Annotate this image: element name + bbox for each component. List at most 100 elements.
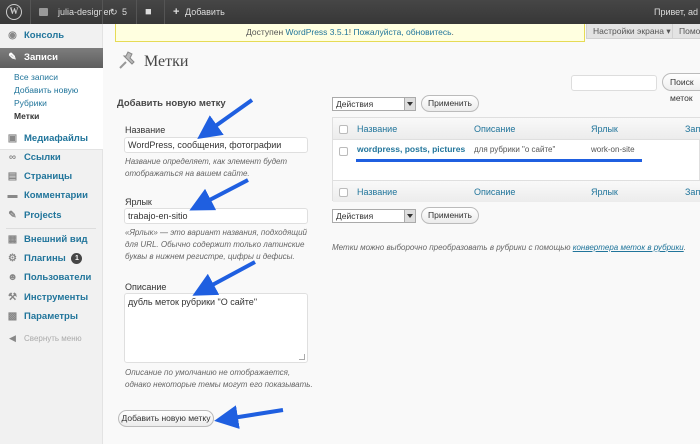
tag-slug-label: Ярлык bbox=[125, 197, 152, 207]
resize-grip-icon[interactable] bbox=[299, 354, 305, 360]
tag-name-input[interactable]: WordPress, сообщения, фотографии bbox=[124, 137, 308, 153]
add-new-tag-button[interactable]: Добавить новую метку bbox=[118, 410, 214, 427]
search-tags-button[interactable]: Поиск меток bbox=[662, 73, 700, 103]
tag-slug-cell: work-on-site bbox=[591, 145, 635, 154]
tag-slug-input[interactable]: trabajo-en-sitio bbox=[124, 208, 308, 224]
help-tab[interactable]: Помощь bbox=[672, 24, 700, 39]
pin-icon: ✎ bbox=[8, 210, 17, 221]
sidebar-item-label: Projects bbox=[24, 210, 62, 221]
arrow-description-field bbox=[192, 260, 256, 296]
column-slug[interactable]: Ярлык bbox=[591, 124, 618, 134]
tag-description-textarea[interactable]: дубль меток рубрики "О сайте" bbox=[124, 293, 308, 363]
column-slug[interactable]: Ярлык bbox=[591, 187, 618, 197]
sidebar-item-label: Пользователи bbox=[24, 272, 92, 283]
media-icon: ▣ bbox=[7, 133, 18, 144]
sidebar-item-label: Внешний вид bbox=[24, 234, 88, 245]
bulk-actions-value: Действия bbox=[336, 99, 374, 109]
arrow-slug-field bbox=[189, 178, 249, 211]
admin-sidebar: ◉ Консоль ✎ Записи Все записи Добавить н… bbox=[0, 24, 103, 444]
sidebar-item-links[interactable]: ∞ Ссылки bbox=[0, 148, 103, 167]
tag-name-link[interactable]: wordpress, posts, pictures bbox=[357, 144, 465, 154]
submenu-categories[interactable]: Рубрики bbox=[14, 98, 47, 108]
add-new-menu[interactable]: Добавить bbox=[185, 0, 225, 24]
tag-description-cell: для рубрики "о сайте" bbox=[474, 145, 556, 154]
sidebar-item-tools[interactable]: ⚒ Инструменты bbox=[0, 288, 103, 307]
sidebar-item-posts[interactable]: ✎ Записи bbox=[0, 48, 103, 68]
separator bbox=[164, 0, 165, 24]
column-description[interactable]: Описание bbox=[474, 124, 515, 134]
tag-converter-note: Метки можно выборочно преобразовать в ру… bbox=[332, 243, 686, 252]
wordpress-version-link[interactable]: WordPress 3.5.1 bbox=[286, 27, 349, 37]
column-description[interactable]: Описание bbox=[474, 187, 515, 197]
submenu-tags[interactable]: Метки bbox=[14, 111, 39, 121]
screen-options-label: Настройки экрана bbox=[593, 26, 664, 36]
table-footer: Название Описание Ярлык Запи bbox=[333, 180, 700, 202]
plus-icon[interactable]: + bbox=[173, 0, 179, 24]
column-posts[interactable]: Запи bbox=[685, 124, 700, 134]
highlight-underline bbox=[356, 159, 642, 162]
links-icon: ∞ bbox=[8, 152, 17, 163]
select-all-checkbox[interactable] bbox=[339, 188, 348, 197]
converter-note-text: Метки можно выборочно преобразовать в ру… bbox=[332, 243, 573, 252]
pin-icon: ✎ bbox=[8, 52, 17, 63]
tag-slug-description: «Ярлык» — это вариант названия, подходящ… bbox=[125, 228, 307, 261]
sidebar-item-label: Медиафайлы bbox=[24, 133, 88, 144]
apply-button-bottom[interactable]: Применить bbox=[421, 207, 479, 224]
column-posts[interactable]: Запи bbox=[685, 187, 700, 197]
page-title: Метки bbox=[144, 53, 189, 70]
sidebar-item-users[interactable]: ☻ Пользователи bbox=[0, 268, 103, 287]
bulk-actions-select-bottom[interactable]: Действия bbox=[332, 209, 416, 223]
sidebar-item-label: Плагины bbox=[24, 253, 66, 264]
search-tags-input[interactable] bbox=[571, 75, 657, 91]
arrow-add-button bbox=[214, 405, 284, 429]
tag-converter-link[interactable]: конвертера меток в рубрики bbox=[573, 243, 684, 252]
submenu-add-new[interactable]: Добавить новую bbox=[14, 85, 78, 95]
sidebar-item-label: Инструменты bbox=[24, 292, 89, 303]
updates-icon[interactable]: ↻ bbox=[110, 0, 118, 24]
tag-name-label: Название bbox=[125, 125, 166, 135]
sidebar-item-media[interactable]: ▣ Медиафайлы bbox=[0, 129, 103, 148]
sidebar-item-label: Консоль bbox=[24, 30, 65, 41]
comments-icon[interactable]: ■ bbox=[145, 0, 152, 24]
tag-description-label: Описание bbox=[125, 282, 167, 292]
collapse-icon: ◀ bbox=[9, 333, 16, 343]
separator bbox=[136, 0, 137, 24]
column-name[interactable]: Название bbox=[357, 187, 397, 197]
tag-name-description: Название определяет, как элемент будет о… bbox=[125, 157, 288, 178]
chevron-down-icon bbox=[404, 210, 415, 222]
tag-description-value: дубль меток рубрики "О сайте" bbox=[128, 297, 258, 307]
tools-icon: ⚒ bbox=[8, 292, 17, 303]
apply-button[interactable]: Применить bbox=[421, 95, 479, 112]
sidebar-item-projects[interactable]: ✎ Projects bbox=[0, 206, 103, 225]
site-name-link[interactable]: julia-designer bbox=[58, 0, 112, 24]
collapse-menu-button[interactable]: ◀ Свернуть меню bbox=[0, 329, 103, 348]
update-link[interactable]: Пожалуйста, обновитесь bbox=[353, 27, 451, 37]
updates-count[interactable]: 5 bbox=[122, 0, 127, 24]
sidebar-item-settings[interactable]: ▩ Параметры bbox=[0, 307, 103, 326]
sidebar-item-dashboard[interactable]: ◉ Консоль bbox=[0, 26, 103, 45]
bulk-actions-select[interactable]: Действия bbox=[332, 97, 416, 111]
sidebar-item-comments[interactable]: ▬ Комментарии bbox=[0, 186, 103, 205]
users-icon: ☻ bbox=[7, 272, 18, 283]
user-greeting[interactable]: Привет, ad bbox=[654, 0, 698, 24]
sidebar-item-label: Параметры bbox=[24, 311, 78, 322]
bulk-actions-value: Действия bbox=[336, 211, 374, 221]
menu-separator bbox=[6, 228, 96, 229]
sidebar-item-plugins[interactable]: ⚙ Плагины 1 bbox=[0, 249, 103, 268]
select-all-checkbox[interactable] bbox=[339, 125, 348, 134]
screen-options-tab[interactable]: Настройки экрана ▾ bbox=[586, 24, 678, 39]
row-checkbox[interactable] bbox=[339, 147, 348, 156]
sidebar-item-label: Свернуть меню bbox=[24, 334, 82, 343]
comments-icon: ▬ bbox=[7, 190, 18, 201]
site-name-icon[interactable] bbox=[39, 0, 48, 24]
separator bbox=[102, 0, 103, 24]
column-name[interactable]: Название bbox=[357, 124, 397, 134]
wordpress-logo-icon[interactable]: W bbox=[6, 4, 22, 20]
submenu-all-posts[interactable]: Все записи bbox=[14, 72, 58, 82]
sidebar-item-appearance[interactable]: ▦ Внешний вид bbox=[0, 230, 103, 249]
sidebar-item-label: Записи bbox=[24, 52, 58, 63]
sidebar-item-pages[interactable]: ▤ Страницы bbox=[0, 167, 103, 186]
pages-icon: ▤ bbox=[7, 171, 18, 182]
table-header: Название Описание Ярлык Запи bbox=[333, 118, 700, 140]
dashboard-icon: ◉ bbox=[8, 30, 17, 41]
